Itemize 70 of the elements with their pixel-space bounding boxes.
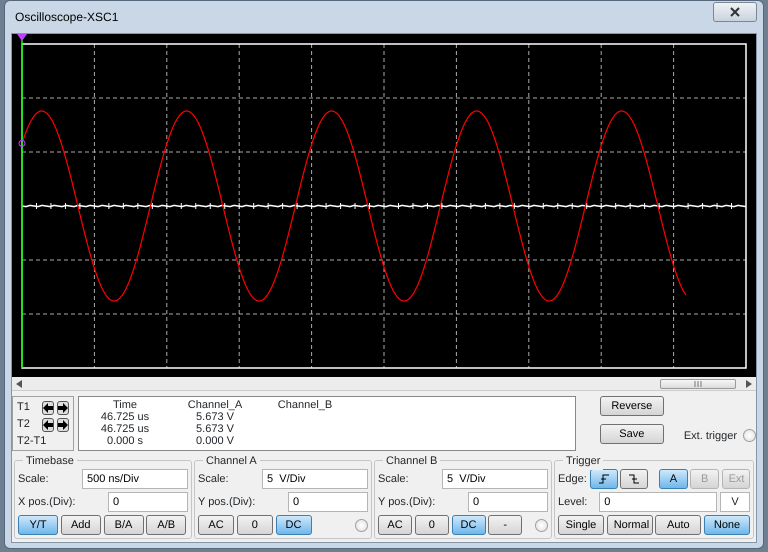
rising-edge-button[interactable] xyxy=(590,469,618,489)
window-title: Oscilloscope-XSC1 xyxy=(14,9,118,26)
mode-button[interactable]: AC xyxy=(198,515,234,535)
column-header: Time xyxy=(112,399,138,411)
scroll-right-icon[interactable] xyxy=(746,380,752,388)
mode-button[interactable]: Y/T xyxy=(18,515,58,535)
text-field[interactable]: 0 xyxy=(468,492,548,512)
cursor-line[interactable] xyxy=(17,34,27,368)
mode-button[interactable]: 0 xyxy=(414,515,449,535)
mode-button[interactable]: B/A xyxy=(104,515,144,535)
field-label: X pos.(Div): xyxy=(18,494,76,510)
left-arrow-icon xyxy=(42,420,53,430)
mode-button[interactable]: 0 xyxy=(236,515,273,535)
column-header: Channel_A xyxy=(186,399,244,411)
cursor-label: T2 xyxy=(17,417,31,432)
mode-button[interactable]: Normal xyxy=(606,515,653,535)
mode-button[interactable]: DC xyxy=(452,515,486,535)
right-arrow-icon xyxy=(58,402,68,412)
field-label: Y pos.(Div): xyxy=(198,494,256,510)
ext-trigger-radio[interactable] xyxy=(743,429,756,442)
close-icon xyxy=(730,7,740,17)
field-label: Edge: xyxy=(558,472,587,487)
mode-button[interactable]: Single xyxy=(558,515,604,535)
right-arrow-button[interactable] xyxy=(56,400,69,414)
mode-button[interactable]: Auto xyxy=(655,515,702,535)
text-field[interactable]: 500 ns/Div xyxy=(82,469,188,489)
mode-button[interactable]: - xyxy=(488,515,522,535)
field-label: Scale: xyxy=(18,472,49,487)
voltage-value: 5.673 V xyxy=(195,411,235,423)
level-field[interactable]: 0 xyxy=(599,492,718,512)
channel-radio[interactable] xyxy=(535,518,548,532)
scroll-left-icon[interactable] xyxy=(16,380,22,388)
time-value: 0.000 s xyxy=(106,435,144,447)
close-button[interactable] xyxy=(713,2,757,22)
mode-button[interactable]: Add xyxy=(60,515,101,535)
scroll-thumb[interactable] xyxy=(660,378,736,388)
ext-trigger-label: Ext. trigger xyxy=(684,428,737,444)
cursor-label: T1 xyxy=(17,400,31,416)
field-label: Level: xyxy=(558,494,588,510)
voltage-value: 5.673 V xyxy=(195,423,235,435)
group-title: Trigger xyxy=(563,453,604,470)
column-header: Channel_B xyxy=(276,399,334,411)
time-value: 46.725 us xyxy=(100,411,150,423)
right-arrow-button[interactable] xyxy=(56,418,69,432)
field-label: Scale: xyxy=(198,472,229,487)
field-label: Scale: xyxy=(378,472,409,487)
text-field[interactable]: 0 xyxy=(288,492,368,512)
text-field[interactable]: 5 V/Div xyxy=(442,469,548,489)
left-arrow-button[interactable] xyxy=(42,418,54,432)
save-button[interactable]: Save xyxy=(600,424,664,444)
mode-button[interactable]: None xyxy=(704,515,750,535)
left-arrow-button[interactable] xyxy=(42,400,54,414)
left-arrow-icon xyxy=(42,402,53,412)
horizontal-scrollbar[interactable] xyxy=(12,377,756,391)
falling-edge-icon xyxy=(628,474,640,484)
right-arrow-icon xyxy=(58,420,68,430)
mode-button[interactable]: AC xyxy=(378,515,412,535)
reverse-button[interactable]: Reverse xyxy=(600,396,664,416)
mode-button[interactable]: A/B xyxy=(146,515,186,535)
field-label: Y pos.(Div): xyxy=(378,494,436,510)
unit-field: V xyxy=(720,492,750,512)
text-field[interactable]: 5 V/Div xyxy=(262,469,368,489)
text-field[interactable]: 0 xyxy=(108,492,188,512)
voltage-value: 0.000 V xyxy=(195,435,235,447)
mode-button[interactable]: A xyxy=(659,469,688,489)
channel-radio[interactable] xyxy=(355,518,368,532)
rising-edge-icon xyxy=(598,474,610,484)
time-value: 46.725 us xyxy=(100,423,150,435)
mode-button[interactable]: DC xyxy=(276,515,312,535)
falling-edge-button[interactable] xyxy=(620,469,648,489)
